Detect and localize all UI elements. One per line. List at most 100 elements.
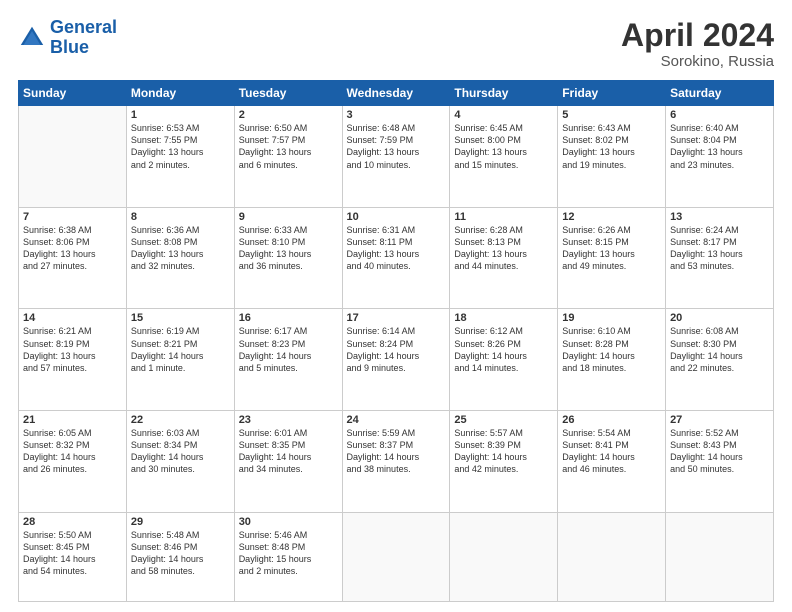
weekday-header-thursday: Thursday [450,81,558,106]
day-number: 26 [562,414,661,426]
day-number: 1 [131,109,230,121]
calendar-cell: 1Sunrise: 6:53 AM Sunset: 7:55 PM Daylig… [126,106,234,208]
day-info: Sunrise: 5:50 AM Sunset: 8:45 PM Dayligh… [23,529,122,578]
calendar-cell: 4Sunrise: 6:45 AM Sunset: 8:00 PM Daylig… [450,106,558,208]
calendar-cell [342,512,450,601]
main-title: April 2024 [621,18,774,53]
calendar-cell: 18Sunrise: 6:12 AM Sunset: 8:26 PM Dayli… [450,309,558,411]
day-number: 17 [347,312,446,324]
calendar-cell: 25Sunrise: 5:57 AM Sunset: 8:39 PM Dayli… [450,411,558,513]
day-number: 2 [239,109,338,121]
day-number: 5 [562,109,661,121]
day-number: 10 [347,211,446,223]
day-number: 25 [454,414,553,426]
calendar-cell [450,512,558,601]
calendar-cell: 19Sunrise: 6:10 AM Sunset: 8:28 PM Dayli… [558,309,666,411]
day-info: Sunrise: 5:54 AM Sunset: 8:41 PM Dayligh… [562,427,661,476]
day-info: Sunrise: 6:45 AM Sunset: 8:00 PM Dayligh… [454,122,553,171]
logo-general: General [50,17,117,37]
calendar-cell: 14Sunrise: 6:21 AM Sunset: 8:19 PM Dayli… [19,309,127,411]
day-number: 21 [23,414,122,426]
day-info: Sunrise: 6:50 AM Sunset: 7:57 PM Dayligh… [239,122,338,171]
logo-blue: Blue [50,37,89,57]
title-block: April 2024 Sorokino, Russia [621,18,774,70]
calendar-cell: 29Sunrise: 5:48 AM Sunset: 8:46 PM Dayli… [126,512,234,601]
day-number: 20 [670,312,769,324]
day-number: 14 [23,312,122,324]
calendar-cell: 2Sunrise: 6:50 AM Sunset: 7:57 PM Daylig… [234,106,342,208]
weekday-header-monday: Monday [126,81,234,106]
day-info: Sunrise: 6:33 AM Sunset: 8:10 PM Dayligh… [239,224,338,273]
day-info: Sunrise: 5:57 AM Sunset: 8:39 PM Dayligh… [454,427,553,476]
day-info: Sunrise: 6:10 AM Sunset: 8:28 PM Dayligh… [562,325,661,374]
day-number: 15 [131,312,230,324]
page: General Blue April 2024 Sorokino, Russia… [0,0,792,612]
calendar-table: SundayMondayTuesdayWednesdayThursdayFrid… [18,80,774,602]
day-number: 24 [347,414,446,426]
calendar-cell: 17Sunrise: 6:14 AM Sunset: 8:24 PM Dayli… [342,309,450,411]
calendar-cell: 28Sunrise: 5:50 AM Sunset: 8:45 PM Dayli… [19,512,127,601]
calendar-cell: 6Sunrise: 6:40 AM Sunset: 8:04 PM Daylig… [666,106,774,208]
day-info: Sunrise: 6:36 AM Sunset: 8:08 PM Dayligh… [131,224,230,273]
calendar-cell: 21Sunrise: 6:05 AM Sunset: 8:32 PM Dayli… [19,411,127,513]
day-info: Sunrise: 6:08 AM Sunset: 8:30 PM Dayligh… [670,325,769,374]
day-info: Sunrise: 6:05 AM Sunset: 8:32 PM Dayligh… [23,427,122,476]
week-row-3: 14Sunrise: 6:21 AM Sunset: 8:19 PM Dayli… [19,309,774,411]
calendar-cell: 8Sunrise: 6:36 AM Sunset: 8:08 PM Daylig… [126,207,234,309]
week-row-4: 21Sunrise: 6:05 AM Sunset: 8:32 PM Dayli… [19,411,774,513]
day-info: Sunrise: 6:21 AM Sunset: 8:19 PM Dayligh… [23,325,122,374]
calendar-cell: 10Sunrise: 6:31 AM Sunset: 8:11 PM Dayli… [342,207,450,309]
calendar-cell: 22Sunrise: 6:03 AM Sunset: 8:34 PM Dayli… [126,411,234,513]
day-info: Sunrise: 6:17 AM Sunset: 8:23 PM Dayligh… [239,325,338,374]
logo: General Blue [18,18,117,58]
day-number: 16 [239,312,338,324]
day-info: Sunrise: 6:28 AM Sunset: 8:13 PM Dayligh… [454,224,553,273]
weekday-header-wednesday: Wednesday [342,81,450,106]
calendar-cell: 27Sunrise: 5:52 AM Sunset: 8:43 PM Dayli… [666,411,774,513]
calendar-cell: 11Sunrise: 6:28 AM Sunset: 8:13 PM Dayli… [450,207,558,309]
day-number: 4 [454,109,553,121]
day-number: 23 [239,414,338,426]
day-number: 3 [347,109,446,121]
calendar-cell: 26Sunrise: 5:54 AM Sunset: 8:41 PM Dayli… [558,411,666,513]
calendar-cell: 7Sunrise: 6:38 AM Sunset: 8:06 PM Daylig… [19,207,127,309]
day-info: Sunrise: 6:01 AM Sunset: 8:35 PM Dayligh… [239,427,338,476]
logo-text: General Blue [50,18,117,58]
day-number: 27 [670,414,769,426]
calendar-cell: 30Sunrise: 5:46 AM Sunset: 8:48 PM Dayli… [234,512,342,601]
day-info: Sunrise: 6:43 AM Sunset: 8:02 PM Dayligh… [562,122,661,171]
day-number: 6 [670,109,769,121]
day-info: Sunrise: 6:38 AM Sunset: 8:06 PM Dayligh… [23,224,122,273]
calendar-cell: 20Sunrise: 6:08 AM Sunset: 8:30 PM Dayli… [666,309,774,411]
weekday-header-friday: Friday [558,81,666,106]
logo-icon [18,24,46,52]
weekday-header-saturday: Saturday [666,81,774,106]
day-info: Sunrise: 6:53 AM Sunset: 7:55 PM Dayligh… [131,122,230,171]
day-number: 28 [23,516,122,528]
day-info: Sunrise: 6:12 AM Sunset: 8:26 PM Dayligh… [454,325,553,374]
calendar-cell: 23Sunrise: 6:01 AM Sunset: 8:35 PM Dayli… [234,411,342,513]
weekday-header-row: SundayMondayTuesdayWednesdayThursdayFrid… [19,81,774,106]
calendar-cell: 12Sunrise: 6:26 AM Sunset: 8:15 PM Dayli… [558,207,666,309]
day-info: Sunrise: 5:52 AM Sunset: 8:43 PM Dayligh… [670,427,769,476]
day-info: Sunrise: 6:14 AM Sunset: 8:24 PM Dayligh… [347,325,446,374]
calendar-cell [666,512,774,601]
calendar-cell: 24Sunrise: 5:59 AM Sunset: 8:37 PM Dayli… [342,411,450,513]
day-number: 11 [454,211,553,223]
day-info: Sunrise: 5:46 AM Sunset: 8:48 PM Dayligh… [239,529,338,578]
week-row-1: 1Sunrise: 6:53 AM Sunset: 7:55 PM Daylig… [19,106,774,208]
day-number: 30 [239,516,338,528]
week-row-2: 7Sunrise: 6:38 AM Sunset: 8:06 PM Daylig… [19,207,774,309]
calendar-cell: 3Sunrise: 6:48 AM Sunset: 7:59 PM Daylig… [342,106,450,208]
day-info: Sunrise: 6:03 AM Sunset: 8:34 PM Dayligh… [131,427,230,476]
day-info: Sunrise: 6:19 AM Sunset: 8:21 PM Dayligh… [131,325,230,374]
week-row-5: 28Sunrise: 5:50 AM Sunset: 8:45 PM Dayli… [19,512,774,601]
day-info: Sunrise: 6:48 AM Sunset: 7:59 PM Dayligh… [347,122,446,171]
weekday-header-tuesday: Tuesday [234,81,342,106]
day-number: 29 [131,516,230,528]
day-number: 12 [562,211,661,223]
day-number: 8 [131,211,230,223]
day-number: 19 [562,312,661,324]
day-info: Sunrise: 6:40 AM Sunset: 8:04 PM Dayligh… [670,122,769,171]
calendar-cell [558,512,666,601]
